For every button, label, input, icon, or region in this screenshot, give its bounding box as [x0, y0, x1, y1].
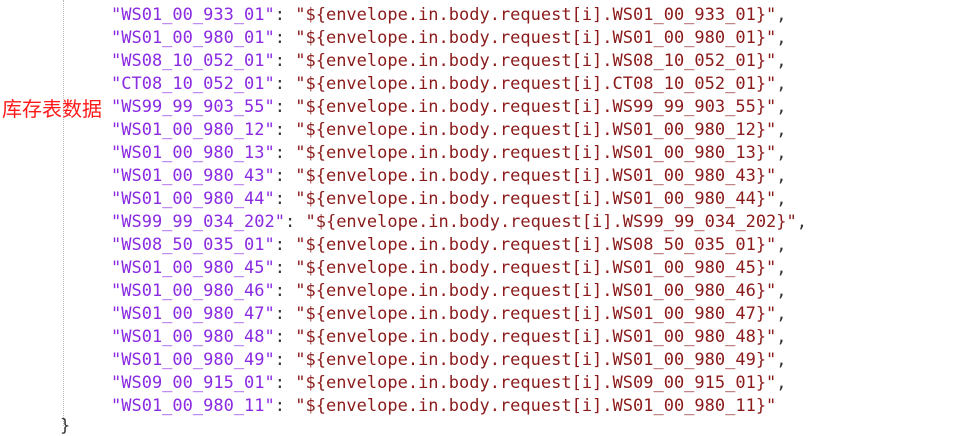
json-key: "WS01_00_980_11": [111, 396, 275, 416]
json-key: "WS01_00_980_47": [111, 304, 275, 324]
json-key: "WS01_00_980_12": [111, 120, 275, 140]
json-value: "${envelope.in.body.request[i].WS01_00_9…: [295, 281, 777, 301]
line-trail: ,: [776, 373, 787, 393]
code-line: "WS01_00_933_01": "${envelope.in.body.re…: [111, 4, 807, 27]
json-key: "WS01_00_980_44": [111, 189, 275, 209]
line-trail: ,: [796, 212, 808, 232]
code-line: "WS99_99_903_55": "${envelope.in.body.re…: [111, 96, 807, 119]
key-separator: :: [274, 166, 296, 186]
json-value: "${envelope.in.body.request[i].WS01_00_9…: [295, 166, 777, 186]
json-value: "${envelope.in.body.request[i].WS01_00_9…: [295, 28, 777, 48]
json-value: "${envelope.in.body.request[i].WS08_50_0…: [295, 235, 777, 255]
code-line: "WS01_00_980_45": "${envelope.in.body.re…: [111, 257, 807, 280]
json-value: "${envelope.in.body.request[i].WS01_00_9…: [295, 189, 777, 209]
code-line: "WS01_00_980_44": "${envelope.in.body.re…: [111, 188, 807, 211]
line-trail: ,: [776, 235, 787, 255]
code-line: "WS01_00_980_47": "${envelope.in.body.re…: [111, 303, 807, 326]
code-line: "WS01_00_980_11": "${envelope.in.body.re…: [111, 395, 807, 418]
key-separator: :: [274, 120, 296, 140]
line-trail: ,: [776, 327, 787, 347]
indent-guide: [63, 0, 64, 426]
json-value: "${envelope.in.body.request[i].WS99_99_9…: [295, 97, 777, 117]
json-key: "WS01_00_980_43": [111, 166, 275, 186]
json-value: "${envelope.in.body.request[i].WS01_00_9…: [295, 327, 777, 347]
annotation-label: 库存表数据: [2, 97, 102, 121]
code-line: "WS08_10_052_01": "${envelope.in.body.re…: [111, 50, 807, 73]
key-separator: :: [274, 189, 296, 209]
json-key: "CT08_10_052_01": [111, 74, 275, 94]
line-trail: ,: [776, 350, 787, 370]
key-separator: :: [274, 143, 296, 163]
key-separator: :: [274, 327, 296, 347]
json-value: "${envelope.in.body.request[i].WS01_00_9…: [295, 350, 777, 370]
json-key: "WS01_00_980_49": [111, 350, 275, 370]
json-value: "${envelope.in.body.request[i].WS01_00_9…: [295, 258, 777, 278]
line-trail: ,: [776, 166, 787, 186]
code-line: "WS01_00_980_01": "${envelope.in.body.re…: [111, 27, 807, 50]
code-line: "WS01_00_980_48": "${envelope.in.body.re…: [111, 326, 807, 349]
code-line: "WS01_00_980_43": "${envelope.in.body.re…: [111, 165, 807, 188]
key-separator: :: [285, 212, 306, 232]
key-separator: :: [274, 350, 296, 370]
json-key: "WS01_00_980_46": [111, 281, 275, 301]
json-value: "${envelope.in.body.request[i].WS01_00_9…: [295, 143, 777, 163]
key-separator: :: [274, 304, 296, 324]
line-trail: ,: [776, 74, 787, 94]
key-separator: :: [274, 396, 296, 416]
json-key: "WS09_00_915_01": [111, 373, 275, 393]
code-line: "WS09_00_915_01": "${envelope.in.body.re…: [111, 372, 807, 395]
key-separator: :: [274, 51, 296, 71]
key-separator: :: [274, 5, 296, 25]
code-line: "CT08_10_052_01": "${envelope.in.body.re…: [111, 73, 807, 96]
json-key: "WS01_00_980_45": [111, 258, 275, 278]
key-separator: :: [274, 373, 296, 393]
json-key: "WS01_00_980_01": [111, 28, 275, 48]
closing-brace: }: [60, 416, 71, 436]
line-trail: ,: [776, 281, 787, 301]
line-trail: ,: [776, 28, 787, 48]
json-key: "WS99_99_903_55": [111, 97, 275, 117]
json-value: "${envelope.in.body.request[i].WS08_10_0…: [295, 51, 777, 71]
json-key: "WS08_10_052_01": [111, 51, 275, 71]
key-separator: :: [274, 28, 296, 48]
line-trail: ,: [776, 258, 787, 278]
json-value: "${envelope.in.body.request[i].WS01_00_9…: [295, 120, 777, 140]
json-value: "${envelope.in.body.request[i].CT08_10_0…: [295, 74, 777, 94]
json-value: "${envelope.in.body.request[i].WS01_00_9…: [295, 304, 777, 324]
code-line: "WS08_50_035_01": "${envelope.in.body.re…: [111, 234, 807, 257]
key-separator: :: [274, 97, 296, 117]
code-line: "WS01_00_980_13": "${envelope.in.body.re…: [111, 142, 807, 165]
key-separator: :: [274, 281, 296, 301]
code-line: "WS01_00_980_49": "${envelope.in.body.re…: [111, 349, 807, 372]
code-line: "WS01_00_980_12": "${envelope.in.body.re…: [111, 119, 807, 142]
json-value: "${envelope.in.body.request[i].WS01_00_9…: [295, 5, 777, 25]
json-key: "WS01_00_933_01": [111, 5, 275, 25]
code-line: "WS99_99_034_202": "${envelope.in.body.r…: [111, 211, 807, 234]
json-key: "WS99_99_034_202": [111, 212, 285, 232]
line-trail: ,: [776, 120, 787, 140]
key-separator: :: [274, 74, 296, 94]
key-separator: :: [274, 258, 296, 278]
line-trail: ,: [776, 143, 787, 163]
json-key: "WS01_00_980_48": [111, 327, 275, 347]
json-value: "${envelope.in.body.request[i].WS01_00_9…: [295, 396, 777, 416]
line-trail: ,: [776, 97, 787, 117]
line-trail: ,: [776, 51, 787, 71]
line-trail: ,: [776, 304, 787, 324]
code-editor[interactable]: "WS01_00_933_01": "${envelope.in.body.re…: [0, 0, 962, 435]
code-lines: "WS01_00_933_01": "${envelope.in.body.re…: [111, 4, 807, 418]
key-separator: :: [274, 235, 296, 255]
json-value: "${envelope.in.body.request[i].WS09_00_9…: [295, 373, 777, 393]
json-value: "${envelope.in.body.request[i].WS99_99_0…: [305, 212, 797, 232]
json-key: "WS08_50_035_01": [111, 235, 275, 255]
json-key: "WS01_00_980_13": [111, 143, 275, 163]
line-trail: ,: [776, 189, 787, 209]
line-trail: ,: [776, 5, 787, 25]
code-line: "WS01_00_980_46": "${envelope.in.body.re…: [111, 280, 807, 303]
